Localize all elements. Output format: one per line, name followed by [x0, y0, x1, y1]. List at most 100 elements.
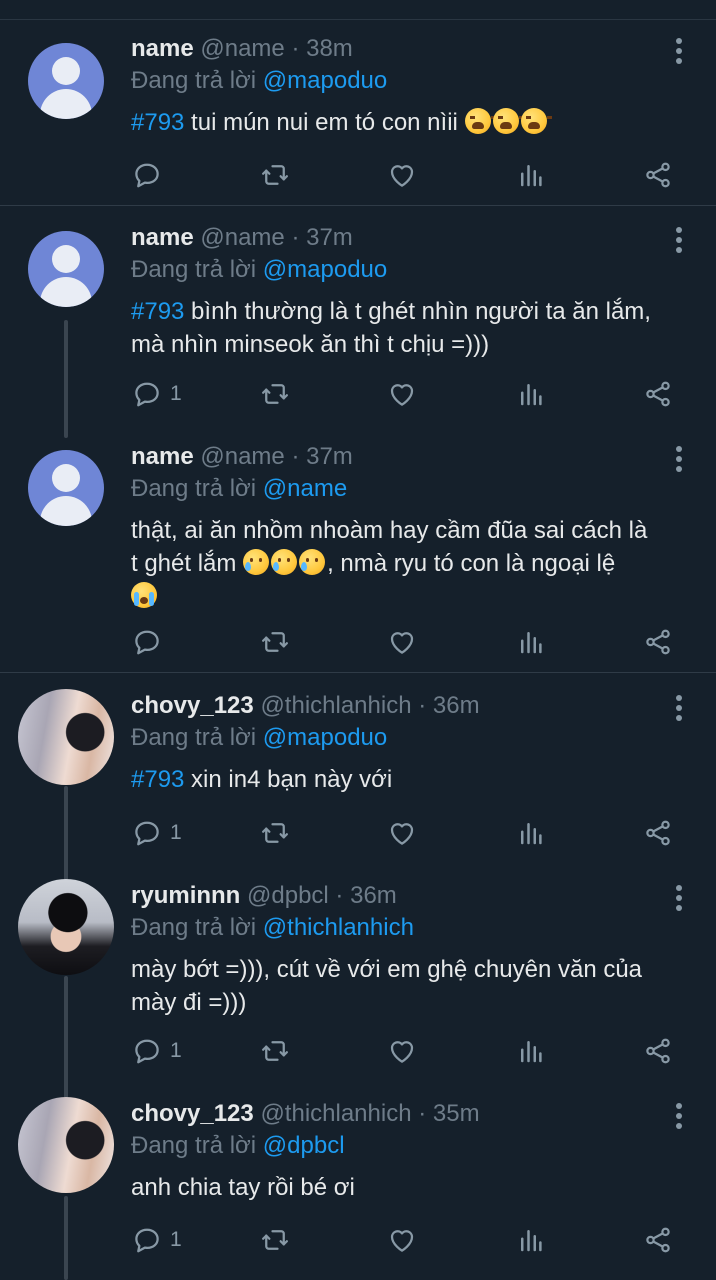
avatar[interactable]	[18, 1097, 114, 1193]
retweet-icon	[260, 1036, 290, 1066]
views-button[interactable]	[516, 157, 546, 193]
tired-face-emoji	[464, 108, 496, 134]
avatar[interactable]	[28, 43, 104, 119]
tweet-header: chovy_123 @thichlanhich · 36m	[131, 691, 480, 721]
user-handle[interactable]: @thichlanhich	[260, 692, 411, 719]
display-name[interactable]: name	[131, 224, 194, 251]
display-name[interactable]: ryuminnn	[131, 882, 240, 909]
mention-link[interactable]: @mapoduo	[263, 724, 387, 751]
tweet[interactable]: chovy_123 @thichlanhich · 36m Đang trả l…	[0, 673, 716, 863]
timestamp[interactable]: 35m	[433, 1100, 480, 1127]
heart-icon	[387, 379, 417, 409]
mention-link[interactable]: @mapoduo	[263, 67, 387, 94]
replying-to: Đang trả lời @mapoduo	[131, 66, 387, 96]
share-button[interactable]	[643, 1033, 673, 1069]
like-button[interactable]	[387, 624, 417, 660]
hashtag-link[interactable]: #793	[131, 298, 184, 325]
more-options-icon[interactable]	[668, 225, 690, 255]
more-options-icon[interactable]	[668, 693, 690, 723]
retweet-button[interactable]	[260, 815, 290, 851]
tweet[interactable]: chovy_123 @thichlanhich · 35m Đang trả l…	[0, 1081, 716, 1280]
share-icon	[643, 818, 673, 848]
smiling-tear-emoji	[299, 549, 326, 575]
reply-button[interactable]: 1	[132, 1033, 182, 1069]
share-button[interactable]	[643, 157, 673, 193]
retweet-button[interactable]	[260, 376, 290, 412]
like-button[interactable]	[387, 376, 417, 412]
user-handle[interactable]: @name	[200, 224, 284, 251]
tweet-actions: 1	[0, 1222, 716, 1258]
tweet[interactable]: name @name · 37m Đang trả lời @name thật…	[0, 422, 716, 672]
bar-chart-icon	[516, 1036, 546, 1066]
avatar[interactable]	[18, 689, 114, 785]
display-name[interactable]: chovy_123	[131, 692, 254, 719]
tweet-actions	[0, 157, 716, 193]
like-button[interactable]	[387, 1222, 417, 1258]
hashtag-link[interactable]: #793	[131, 109, 184, 136]
tweet[interactable]: name @name · 37m Đang trả lời @mapoduo #…	[0, 206, 716, 422]
more-options-icon[interactable]	[668, 1101, 690, 1131]
mention-link[interactable]: @dpbcl	[263, 1132, 345, 1159]
share-button[interactable]	[643, 376, 673, 412]
user-handle[interactable]: @name	[200, 35, 284, 62]
timestamp[interactable]: 36m	[350, 882, 397, 909]
tweet-body-line: t ghét lắm	[131, 550, 244, 577]
like-button[interactable]	[387, 815, 417, 851]
bar-chart-icon	[516, 627, 546, 657]
retweet-button[interactable]	[260, 157, 290, 193]
avatar[interactable]	[18, 879, 114, 975]
mention-link[interactable]: @mapoduo	[263, 256, 387, 283]
display-name[interactable]: name	[131, 443, 194, 470]
separator: ·	[411, 692, 433, 719]
more-options-icon[interactable]	[668, 883, 690, 913]
user-handle[interactable]: @thichlanhich	[260, 1100, 411, 1127]
reply-button[interactable]	[132, 624, 170, 660]
reply-icon	[132, 627, 162, 657]
user-handle[interactable]: @dpbcl	[247, 882, 329, 909]
views-button[interactable]	[516, 815, 546, 851]
views-button[interactable]	[516, 624, 546, 660]
replying-to: Đang trả lời @mapoduo	[131, 255, 387, 285]
display-name[interactable]: chovy_123	[131, 1100, 254, 1127]
timestamp[interactable]: 38m	[306, 35, 353, 62]
share-button[interactable]	[643, 1222, 673, 1258]
smiling-tear-emoji	[271, 549, 298, 575]
avatar[interactable]	[28, 450, 104, 526]
reply-button[interactable]: 1	[132, 815, 182, 851]
tweet-actions: 1	[0, 815, 716, 851]
display-name[interactable]: name	[131, 35, 194, 62]
avatar[interactable]	[28, 231, 104, 307]
reply-icon	[132, 379, 162, 409]
mention-link[interactable]: @thichlanhich	[263, 914, 414, 941]
views-button[interactable]	[516, 376, 546, 412]
like-button[interactable]	[387, 1033, 417, 1069]
more-options-icon[interactable]	[668, 444, 690, 474]
retweet-button[interactable]	[260, 1033, 290, 1069]
hashtag-link[interactable]: #793	[131, 766, 184, 793]
timestamp[interactable]: 36m	[433, 692, 480, 719]
tweet[interactable]: ryuminnn @dpbcl · 36m Đang trả lời @thic…	[0, 863, 716, 1081]
mention-link[interactable]: @name	[263, 475, 347, 502]
reply-button[interactable]	[132, 157, 170, 193]
retweet-button[interactable]	[260, 1222, 290, 1258]
tweet-text: #793 tui mún nui em tó con nìii	[131, 106, 701, 139]
share-button[interactable]	[643, 815, 673, 851]
tweet[interactable]: name @name · 38m Đang trả lời @mapoduo #…	[0, 0, 716, 205]
share-button[interactable]	[643, 624, 673, 660]
replying-prefix: Đang trả lời	[131, 475, 257, 502]
reply-button[interactable]: 1	[132, 376, 182, 412]
tweet-text: anh chia tay rồi bé ơi	[131, 1171, 701, 1204]
more-options-icon[interactable]	[668, 36, 690, 66]
views-button[interactable]	[516, 1033, 546, 1069]
views-button[interactable]	[516, 1222, 546, 1258]
reply-icon	[132, 818, 162, 848]
timestamp[interactable]: 37m	[306, 443, 353, 470]
heart-icon	[387, 160, 417, 190]
user-handle[interactable]: @name	[200, 443, 284, 470]
smiling-tear-emoji	[243, 549, 270, 575]
tweet-body-line: , nmà ryu tó con là ngoại lệ	[327, 550, 616, 577]
reply-button[interactable]: 1	[132, 1222, 182, 1258]
timestamp[interactable]: 37m	[306, 224, 353, 251]
retweet-button[interactable]	[260, 624, 290, 660]
like-button[interactable]	[387, 157, 417, 193]
